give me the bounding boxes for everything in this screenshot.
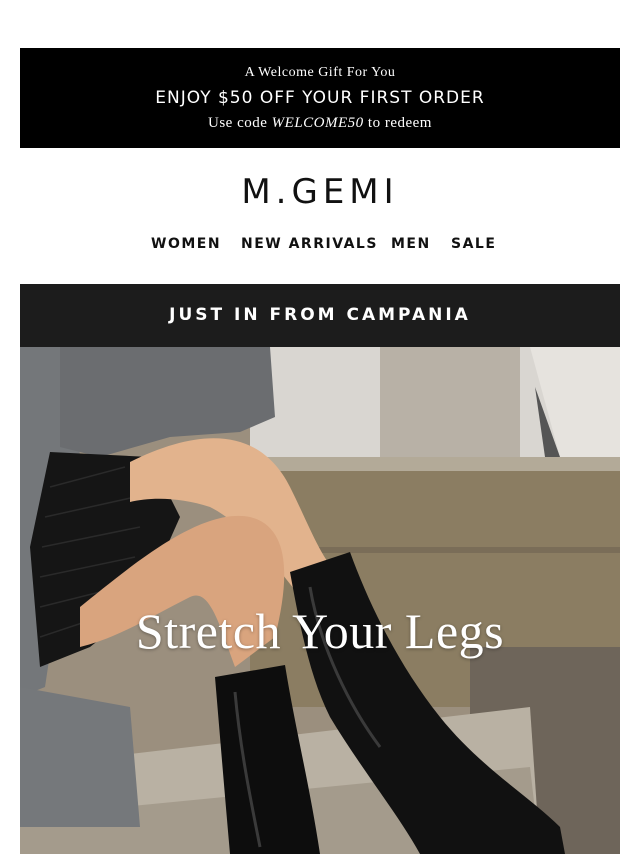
promo-code-prefix: Use code	[208, 115, 268, 131]
promo-code-suffix: to redeem	[367, 115, 432, 131]
nav-item-new-arrivals[interactable]: NEW ARRIVALS	[241, 236, 378, 252]
hero-tagline: Stretch Your Legs	[135, 603, 505, 659]
welcome-promo-banner[interactable]: A Welcome Gift For You ENJOY $50 OFF YOU…	[20, 48, 620, 148]
promo-kicker: A Welcome Gift For You	[244, 65, 396, 80]
nav-item-women[interactable]: WOMEN	[151, 236, 221, 252]
promo-code-line: Use code WELCOME50 to redeem	[20, 115, 620, 132]
nav-item-sale[interactable]: SALE	[451, 236, 496, 252]
collection-band[interactable]: JUST IN FROM CAMPANIA	[20, 284, 620, 347]
promo-code: WELCOME50	[271, 115, 364, 131]
main-nav: WOMEN NEW ARRIVALS MEN SALE	[0, 236, 640, 256]
hero-photo-illustration	[20, 347, 620, 854]
brand-logo[interactable]: M.GEMI	[0, 172, 640, 212]
hero-image[interactable]: Stretch Your Legs	[20, 347, 620, 854]
promo-headline: ENJOY $50 OFF YOUR FIRST ORDER	[155, 88, 485, 108]
nav-item-men[interactable]: MEN	[391, 236, 431, 252]
